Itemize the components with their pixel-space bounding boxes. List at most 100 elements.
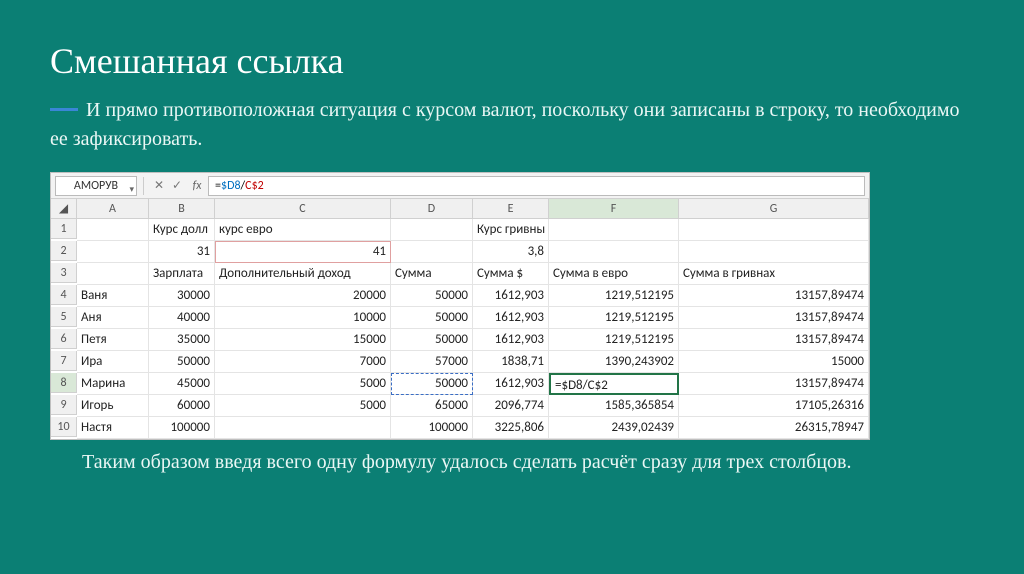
cell-B1[interactable]: Курс долл	[149, 219, 215, 241]
cell-G8[interactable]: 13157,89474	[679, 373, 869, 395]
cell-D6[interactable]: 50000	[391, 329, 473, 351]
cell-C3[interactable]: Дополнительный доход	[215, 263, 391, 285]
cell-D5[interactable]: 50000	[391, 307, 473, 329]
fx-icon[interactable]: fx	[186, 179, 208, 193]
cell-F7[interactable]: 1390,243902	[549, 351, 679, 373]
cell-E2[interactable]: 3,8	[473, 241, 549, 263]
cell-B9[interactable]: 60000	[149, 395, 215, 417]
cell-D9[interactable]: 65000	[391, 395, 473, 417]
cell-A4[interactable]: Ваня	[77, 285, 149, 307]
cell-B5[interactable]: 40000	[149, 307, 215, 329]
cell-C8[interactable]: 5000	[215, 373, 391, 395]
cell-B6[interactable]: 35000	[149, 329, 215, 351]
formula-bar[interactable]: =$D8/C$2	[208, 176, 865, 196]
cell-G1[interactable]	[679, 219, 869, 241]
cell-C4[interactable]: 20000	[215, 285, 391, 307]
cell-D4[interactable]: 50000	[391, 285, 473, 307]
cell-A1[interactable]	[77, 219, 149, 241]
cell-E3[interactable]: Сумма $	[473, 263, 549, 285]
cell-E6[interactable]: 1612,903	[473, 329, 549, 351]
cell-G10[interactable]: 26315,78947	[679, 417, 869, 439]
row-header-7[interactable]: 7	[51, 351, 77, 371]
cell-E1[interactable]: Курс гривны	[473, 219, 549, 241]
cell-C9[interactable]: 5000	[215, 395, 391, 417]
cell-F3[interactable]: Сумма в евро	[549, 263, 679, 285]
cancel-icon[interactable]: ✕	[150, 178, 168, 193]
cell-B4[interactable]: 30000	[149, 285, 215, 307]
cell-A6[interactable]: Петя	[77, 329, 149, 351]
name-box-dropdown-icon[interactable]: ▾	[129, 181, 134, 199]
cell-D3[interactable]: Сумма	[391, 263, 473, 285]
cell-F6[interactable]: 1219,512195	[549, 329, 679, 351]
cell-A7[interactable]: Ира	[77, 351, 149, 373]
cell-C1[interactable]: курс евро	[215, 219, 391, 241]
cell-C10[interactable]	[215, 417, 391, 439]
row-header-3[interactable]: 3	[51, 263, 77, 283]
cell-D2[interactable]	[391, 241, 473, 263]
cell-G6[interactable]: 13157,89474	[679, 329, 869, 351]
cell-A3[interactable]	[77, 263, 149, 285]
cell-E7[interactable]: 1838,71	[473, 351, 549, 373]
cell-E8[interactable]: 1612,903	[473, 373, 549, 395]
cell-E4[interactable]: 1612,903	[473, 285, 549, 307]
cell-B3[interactable]: Зарплата	[149, 263, 215, 285]
cell-F9[interactable]: 1585,365854	[549, 395, 679, 417]
row-header-1[interactable]: 1	[51, 219, 77, 239]
cell-G7[interactable]: 15000	[679, 351, 869, 373]
cell-F5[interactable]: 1219,512195	[549, 307, 679, 329]
row-header-4[interactable]: 4	[51, 285, 77, 305]
row-header-10[interactable]: 10	[51, 417, 77, 437]
cell-A2[interactable]	[77, 241, 149, 263]
row-header-6[interactable]: 6	[51, 329, 77, 349]
cell-B7[interactable]: 50000	[149, 351, 215, 373]
cell-B8[interactable]: 45000	[149, 373, 215, 395]
cell-E10[interactable]: 3225,806	[473, 417, 549, 439]
cell-F10[interactable]: 2439,02439	[549, 417, 679, 439]
cell-D1[interactable]	[391, 219, 473, 241]
cell-G5[interactable]: 13157,89474	[679, 307, 869, 329]
cell-C6[interactable]: 15000	[215, 329, 391, 351]
row-header-2[interactable]: 2	[51, 241, 77, 261]
enter-icon[interactable]: ✓	[168, 178, 186, 193]
col-header-B[interactable]: B	[149, 199, 215, 219]
cell-F1[interactable]	[549, 219, 679, 241]
excel-window: АМОРУВ ▾ ✕ ✓ fx =$D8/C$2 ◢ABCDEFG 1 Курс д…	[50, 172, 870, 440]
cell-A8[interactable]: Марина	[77, 373, 149, 395]
cell-E5[interactable]: 1612,903	[473, 307, 549, 329]
col-header-G[interactable]: G	[679, 199, 869, 219]
cell-D10[interactable]: 100000	[391, 417, 473, 439]
cell-B10[interactable]: 100000	[149, 417, 215, 439]
cell-C5[interactable]: 10000	[215, 307, 391, 329]
cell-F4[interactable]: 1219,512195	[549, 285, 679, 307]
cell-F8[interactable]: =$D8/C$2	[549, 373, 679, 395]
col-header-D[interactable]: D	[391, 199, 473, 219]
name-box[interactable]: АМОРУВ ▾	[55, 176, 137, 196]
cell-A9[interactable]: Игорь	[77, 395, 149, 417]
cell-C7[interactable]: 7000	[215, 351, 391, 373]
cell-D8[interactable]: 50000	[391, 373, 473, 395]
cell-B2[interactable]: 31	[149, 241, 215, 263]
cell-A10[interactable]: Настя	[77, 417, 149, 439]
cell-F2[interactable]	[549, 241, 679, 263]
slide-subtitle: И прямо противоположная ситуация с курсо…	[50, 99, 960, 150]
cell-G2[interactable]	[679, 241, 869, 263]
row-header-8[interactable]: 8	[51, 373, 77, 393]
cell-D7[interactable]: 57000	[391, 351, 473, 373]
col-header-E[interactable]: E	[473, 199, 549, 219]
col-header-C[interactable]: C	[215, 199, 391, 219]
cell-G9[interactable]: 17105,26316	[679, 395, 869, 417]
name-box-value: АМОРУВ	[74, 179, 118, 193]
spreadsheet-grid[interactable]: ◢ABCDEFG1Курс доллкурс евроКурс гривны23…	[51, 199, 869, 439]
accent-bar	[50, 108, 78, 111]
cell-E9[interactable]: 2096,774	[473, 395, 549, 417]
cell-A5[interactable]: Аня	[77, 307, 149, 329]
cell-G3[interactable]: Сумма в гривнах	[679, 263, 869, 285]
row-header-5[interactable]: 5	[51, 307, 77, 327]
col-header-A[interactable]: A	[77, 199, 149, 219]
row-header-9[interactable]: 9	[51, 395, 77, 415]
formula-bar-row: АМОРУВ ▾ ✕ ✓ fx =$D8/C$2	[51, 173, 869, 199]
cell-C2[interactable]: 41	[215, 241, 391, 263]
col-header-F[interactable]: F	[549, 199, 679, 219]
select-all-corner[interactable]: ◢	[51, 199, 77, 219]
cell-G4[interactable]: 13157,89474	[679, 285, 869, 307]
